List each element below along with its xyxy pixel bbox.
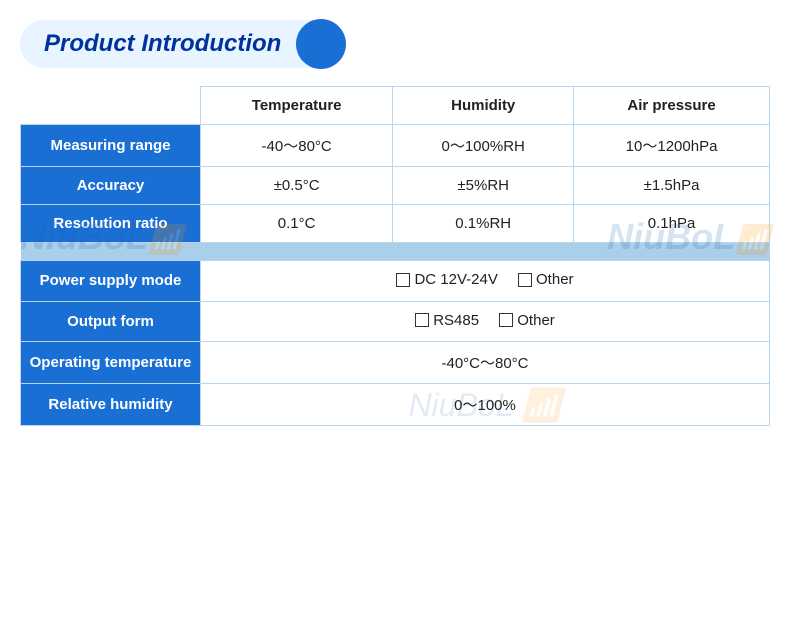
page-title: Product Introduction [44,30,281,58]
checkbox-other-power-box[interactable] [518,273,532,287]
spacer-cell [21,243,770,261]
container: Product Introduction NiuBoL📶 NiuBoL📶 Tem… [20,20,770,426]
title-wrap: Product Introduction [20,20,331,68]
product-table: Temperature Humidity Air pressure Measur… [20,86,770,426]
table-wrap: NiuBoL📶 NiuBoL📶 Temperature Humidity Air… [20,86,770,426]
row-label-measuring-range: Measuring range [21,125,201,167]
cell-accuracy-humidity: ±5%RH [393,167,574,205]
checkbox-rs485-label: RS485 [433,312,479,329]
cell-accuracy-pressure: ±1.5hPa [574,167,770,205]
cell-resolution-humidity: 0.1%RH [393,205,574,243]
cell-accuracy-temp: ±0.5°C [201,167,393,205]
row-label-accuracy: Accuracy [21,167,201,205]
cell-rel-humidity-value: NiuBoL 📶 0～100% [201,384,770,426]
row-label-op-temp: Operating temperature [21,342,201,384]
row-label-rel-humidity: Relative humidity [21,384,201,426]
checkbox-rs485[interactable]: RS485 [415,312,479,329]
table-row: Output form RS485 Other [21,301,770,342]
checkbox-other-power[interactable]: Other [518,271,574,288]
checkbox-other-power-label: Other [536,271,574,288]
cell-measuring-temp: -40～80°C [201,125,393,167]
cell-measuring-humidity: 0～100%RH [393,125,574,167]
header-section: Product Introduction [20,20,770,68]
row-label-output: Output form [21,301,201,342]
table-row: Power supply mode DC 12V-24V Other [21,261,770,302]
checkbox-dc-box[interactable] [396,273,410,287]
rel-humidity-value: 0～100% [454,397,516,414]
row-label-power: Power supply mode [21,261,201,302]
table-row: Relative humidity NiuBoL 📶 0～100% [21,384,770,426]
cell-power-value: DC 12V-24V Other [201,261,770,302]
table-row: Resolution ratio 0.1°C 0.1%RH 0.1hPa [21,205,770,243]
cell-measuring-pressure: 10～1200hPa [574,125,770,167]
cell-resolution-pressure: 0.1hPa [574,205,770,243]
checkbox-rs485-box[interactable] [415,313,429,327]
cell-output-value: RS485 Other [201,301,770,342]
col-header-empty [21,87,201,125]
col-header-humidity: Humidity [393,87,574,125]
cell-resolution-temp: 0.1°C [201,205,393,243]
table-row: Operating temperature -40°C～80°C [21,342,770,384]
table-header-row: Temperature Humidity Air pressure [21,87,770,125]
checkbox-dc-label: DC 12V-24V [414,271,497,288]
table-row: Accuracy ±0.5°C ±5%RH ±1.5hPa [21,167,770,205]
checkbox-dc[interactable]: DC 12V-24V [396,271,497,288]
checkbox-other-output[interactable]: Other [499,312,555,329]
col-header-temperature: Temperature [201,87,393,125]
spacer-row [21,243,770,261]
row-label-resolution: Resolution ratio [21,205,201,243]
checkbox-other-output-label: Other [517,312,555,329]
title-blob [296,19,346,69]
cell-op-temp-value: -40°C～80°C [201,342,770,384]
table-row: Measuring range -40～80°C 0～100%RH 10～120… [21,125,770,167]
col-header-air-pressure: Air pressure [574,87,770,125]
checkbox-other-output-box[interactable] [499,313,513,327]
